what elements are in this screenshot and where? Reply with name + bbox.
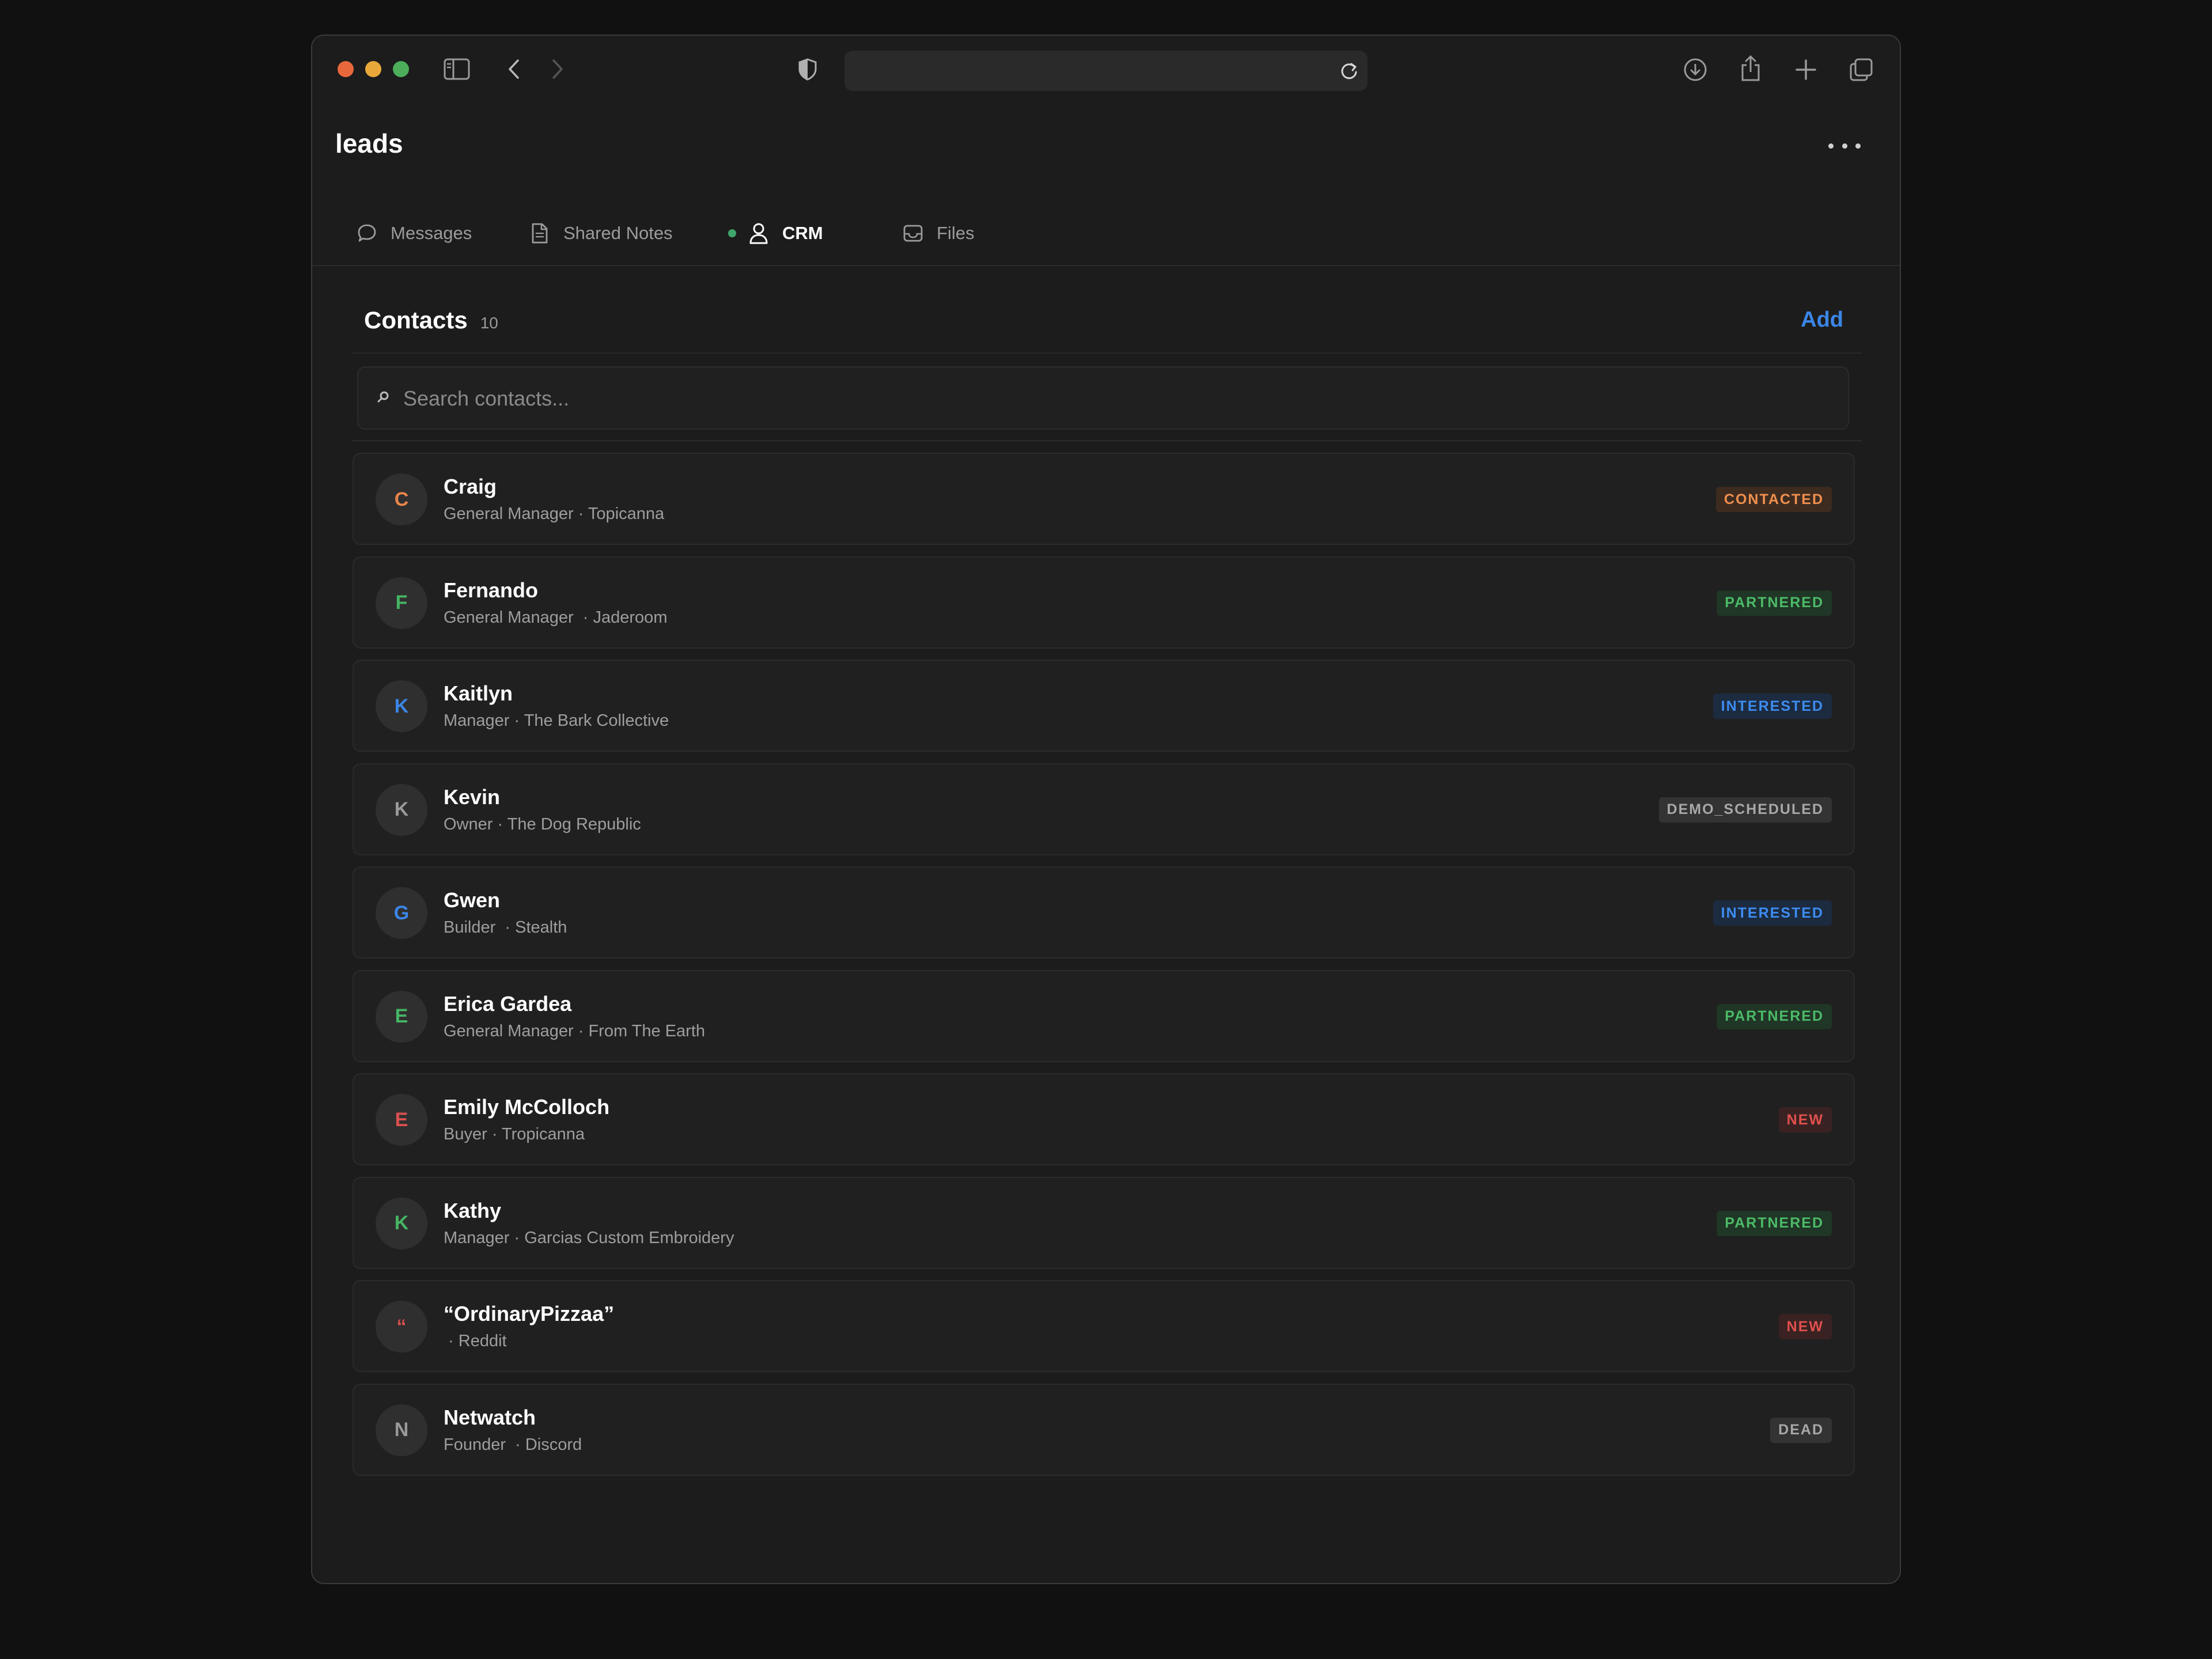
avatar: N xyxy=(376,1404,427,1456)
tab-label: Files xyxy=(937,223,975,243)
status-badge: CONTACTED xyxy=(1715,487,1832,512)
tab-files[interactable]: Files xyxy=(902,219,974,248)
status-badge: INTERESTED xyxy=(1713,900,1832,926)
status-badge: PARTNERED xyxy=(1717,1210,1832,1236)
document-icon xyxy=(529,222,551,244)
contact-row[interactable]: “ “OrdinaryPizzaa” · Reddit NEW xyxy=(353,1280,1855,1372)
share-icon[interactable] xyxy=(1737,54,1764,83)
shield-icon[interactable] xyxy=(796,56,819,82)
contact-subtitle: · Reddit xyxy=(444,1332,507,1350)
contact-subtitle: Founder · Discord xyxy=(444,1435,582,1454)
contact-row[interactable]: K Kathy Manager · Garcias Custom Embroid… xyxy=(353,1176,1855,1269)
status-badge: NEW xyxy=(1778,1314,1832,1339)
contact-name: Netwatch xyxy=(444,1405,536,1429)
status-badge: PARTNERED xyxy=(1717,590,1832,616)
chat-bubble-icon xyxy=(356,222,378,244)
tab-label: CRM xyxy=(782,223,823,243)
search-input[interactable] xyxy=(402,380,1785,417)
active-indicator-dot xyxy=(728,229,736,237)
contact-subtitle: Buyer · Tropicanna xyxy=(444,1125,585,1143)
avatar: F xyxy=(376,577,427,629)
contacts-count: 10 xyxy=(480,314,498,332)
contact-subtitle: Manager · The Bark Collective xyxy=(444,711,669,730)
browser-window: leads Messages Shared Notes CRM Files Co… xyxy=(311,35,1901,1584)
avatar: K xyxy=(376,1197,427,1249)
contact-name: Kaitlyn xyxy=(444,681,513,705)
tab-messages[interactable]: Messages xyxy=(356,219,472,248)
tab-bar: Messages Shared Notes CRM Files xyxy=(312,209,1900,266)
contact-name: Craig xyxy=(444,475,497,498)
inbox-icon xyxy=(902,222,924,244)
contact-subtitle: General Manager · From The Earth xyxy=(444,1021,705,1040)
minimize-window-button[interactable] xyxy=(365,61,381,77)
contact-row[interactable]: N Netwatch Founder · Discord DEAD xyxy=(353,1383,1855,1476)
contact-row[interactable]: F Fernando General Manager · Jaderoom PA… xyxy=(353,556,1855,649)
sidebar-icon[interactable] xyxy=(442,56,471,82)
reload-icon[interactable] xyxy=(1339,60,1359,81)
status-badge: DEAD xyxy=(1770,1417,1832,1443)
search-box[interactable] xyxy=(357,366,1849,430)
tab-crm[interactable]: CRM xyxy=(748,219,823,248)
contact-row[interactable]: K Kaitlyn Manager · The Bark Collective … xyxy=(353,660,1855,752)
page-title: leads xyxy=(335,128,403,158)
download-icon[interactable] xyxy=(1682,56,1709,83)
search-icon xyxy=(376,389,394,408)
status-badge: NEW xyxy=(1778,1107,1832,1132)
tab-label: Shared Notes xyxy=(563,223,673,243)
ellipsis-icon[interactable] xyxy=(1828,137,1861,154)
avatar: E xyxy=(376,990,427,1043)
contact-list: C Craig General Manager · Topicanna CONT… xyxy=(353,453,1855,1487)
contacts-title: Contacts xyxy=(364,306,468,334)
contact-name: Kathy xyxy=(444,1198,502,1222)
contact-row[interactable]: C Craig General Manager · Topicanna CONT… xyxy=(353,453,1855,545)
contact-name: Fernando xyxy=(444,578,539,602)
new-tab-icon[interactable] xyxy=(1793,56,1819,83)
avatar: C xyxy=(376,474,427,525)
contact-name: “OrdinaryPizzaa” xyxy=(444,1302,615,1325)
contact-subtitle: Manager · Garcias Custom Embroidery xyxy=(444,1228,734,1247)
contact-subtitle: Owner · The Dog Republic xyxy=(444,815,641,834)
divider xyxy=(353,440,1862,441)
maximize-window-button[interactable] xyxy=(393,61,409,77)
avatar: K xyxy=(376,680,427,732)
address-bar[interactable] xyxy=(844,51,1368,91)
contact-name: Erica Gardea xyxy=(444,991,572,1016)
avatar: “ xyxy=(376,1301,427,1353)
status-badge: DEMO_SCHEDULED xyxy=(1658,797,1832,823)
contact-subtitle: General Manager · Topicanna xyxy=(444,505,665,523)
avatar: G xyxy=(376,887,427,939)
divider xyxy=(353,353,1862,354)
contact-name: Emily McColloch xyxy=(444,1095,610,1119)
add-contact-button[interactable]: Add xyxy=(1801,308,1843,332)
back-icon[interactable] xyxy=(502,56,525,82)
avatar: K xyxy=(376,783,427,836)
status-badge: INTERESTED xyxy=(1713,694,1832,719)
contact-row[interactable]: E Erica Gardea General Manager · From Th… xyxy=(353,969,1855,1062)
status-badge: PARTNERED xyxy=(1717,1003,1832,1029)
contacts-header: Contacts 10 xyxy=(364,306,498,334)
contact-subtitle: General Manager · Jaderoom xyxy=(444,608,668,627)
close-window-button[interactable] xyxy=(338,61,354,77)
tabs-overview-icon[interactable] xyxy=(1848,56,1874,83)
contact-name: Kevin xyxy=(444,785,501,809)
tab-label: Messages xyxy=(391,223,472,243)
contact-name: Gwen xyxy=(444,888,501,912)
contact-row[interactable]: E Emily McColloch Buyer · Tropicanna NEW xyxy=(353,1073,1855,1165)
contact-subtitle: Builder · Stealth xyxy=(444,918,567,937)
browser-toolbar xyxy=(312,36,1900,103)
contact-row[interactable]: K Kevin Owner · The Dog Republic DEMO_SC… xyxy=(353,763,1855,855)
person-icon xyxy=(748,222,770,244)
contact-row[interactable]: G Gwen Builder · Stealth INTERESTED xyxy=(353,866,1855,959)
tab-shared-notes[interactable]: Shared Notes xyxy=(529,219,673,248)
forward-icon[interactable] xyxy=(546,56,569,82)
avatar: E xyxy=(376,1094,427,1146)
